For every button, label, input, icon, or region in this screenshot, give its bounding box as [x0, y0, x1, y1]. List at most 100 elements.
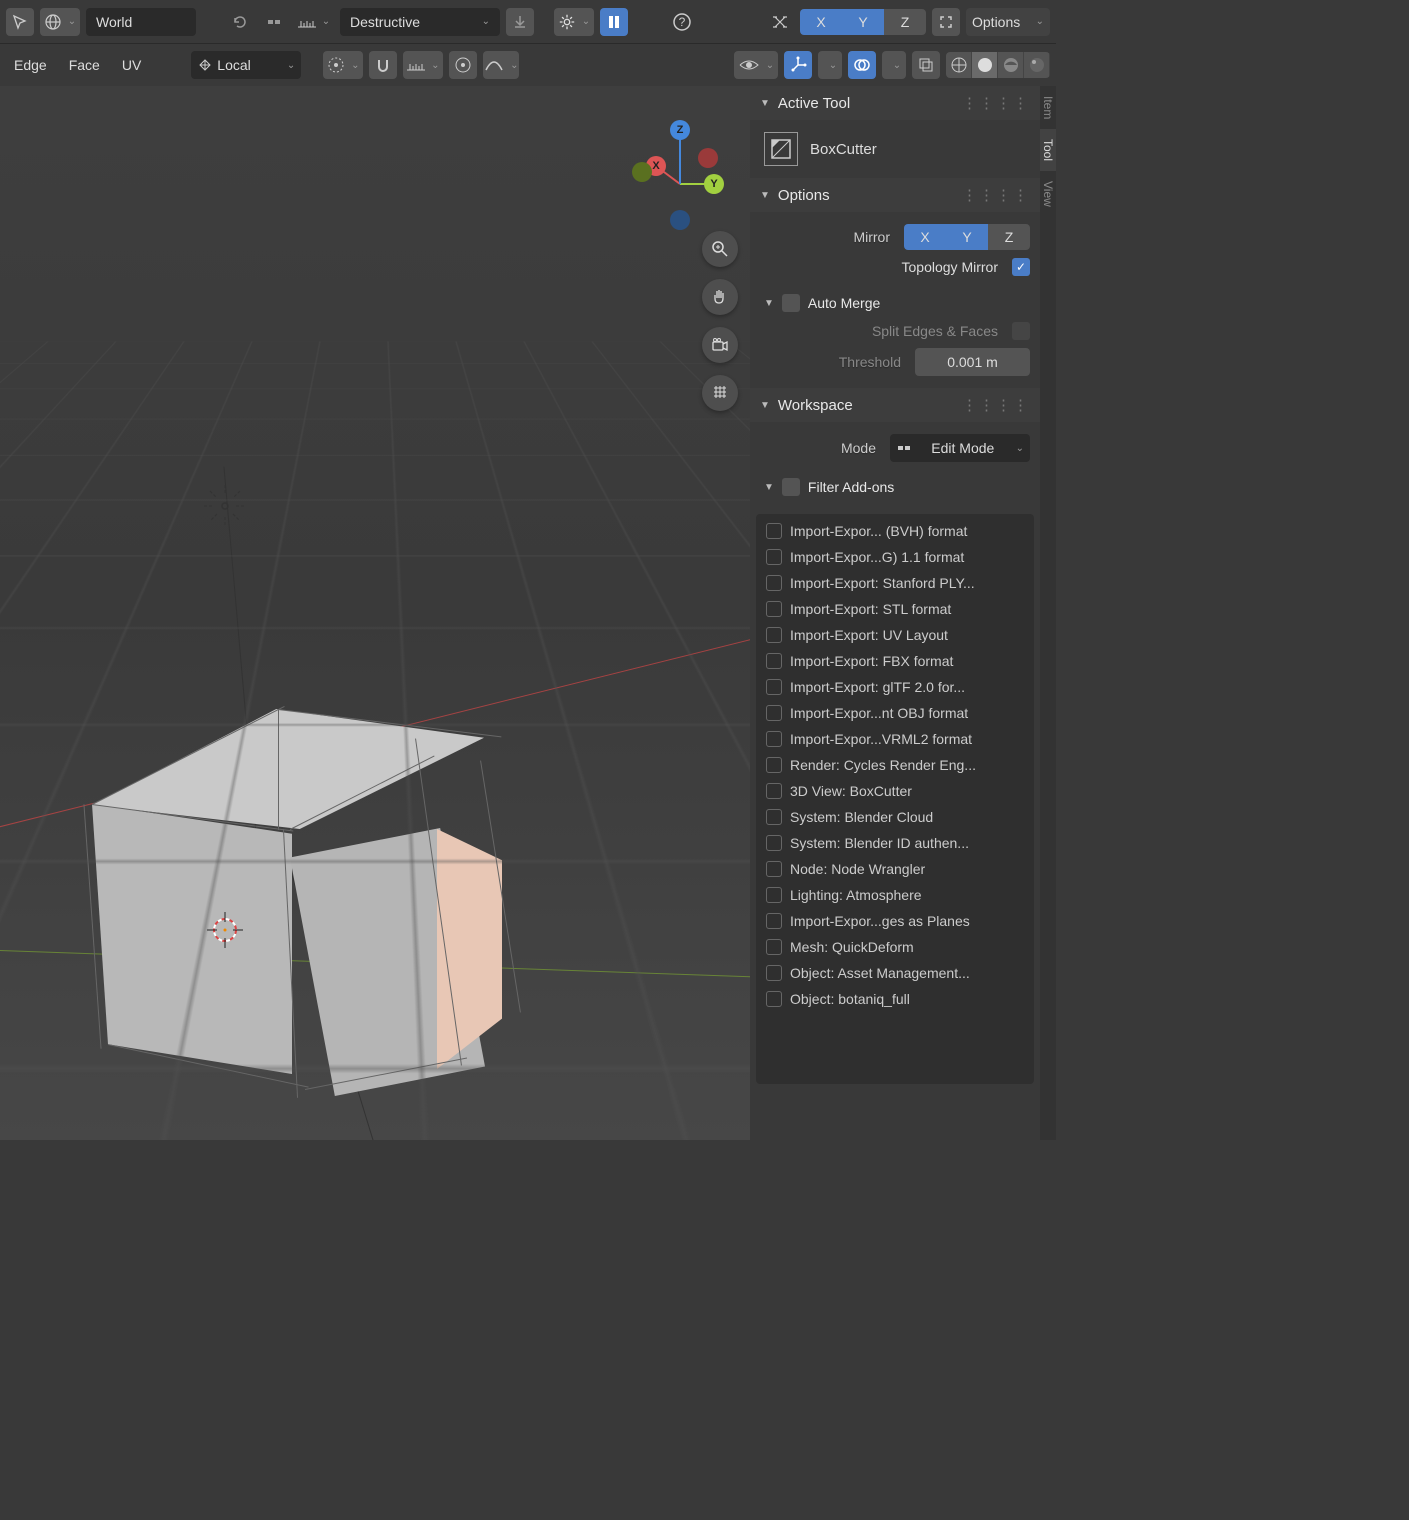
addon-checkbox[interactable] — [766, 861, 782, 877]
snap-type-icon[interactable]: ⌄ — [403, 51, 443, 79]
addon-checkbox[interactable] — [766, 965, 782, 981]
addon-checkbox[interactable] — [766, 549, 782, 565]
matcap-shading[interactable] — [998, 52, 1024, 78]
snap-increment-icon[interactable]: ⌄ — [294, 8, 334, 36]
addon-checkbox[interactable] — [766, 627, 782, 643]
camera-icon[interactable] — [702, 327, 738, 363]
gizmo-y[interactable]: Y — [704, 174, 724, 194]
addon-checkbox[interactable] — [766, 809, 782, 825]
addon-checkbox[interactable] — [766, 939, 782, 955]
addon-item[interactable]: Import-Export: FBX format — [756, 648, 1034, 674]
gizmo-opts-icon[interactable]: ⌄ — [818, 51, 842, 79]
gizmo-neg-x[interactable] — [698, 148, 718, 168]
solid-shading[interactable] — [972, 52, 998, 78]
expand-icon[interactable] — [932, 8, 960, 36]
3d-viewport[interactable]: Z X Y — [0, 86, 750, 1140]
addon-checkbox[interactable] — [766, 523, 782, 539]
overlay-opts-icon[interactable]: ⌄ — [882, 51, 906, 79]
gear-icon[interactable]: ⌄ — [554, 8, 594, 36]
addon-item[interactable]: Import-Export: Stanford PLY... — [756, 570, 1034, 596]
split-edges-checkbox[interactable] — [1012, 322, 1030, 340]
mirror-z[interactable]: Z — [988, 224, 1030, 250]
addon-checkbox[interactable] — [766, 575, 782, 591]
overlay-toggle-icon[interactable] — [848, 51, 876, 79]
addon-item[interactable]: System: Blender Cloud — [756, 804, 1034, 830]
pan-icon[interactable] — [702, 279, 738, 315]
gizmo-toggle-icon[interactable] — [784, 51, 812, 79]
sym-x[interactable]: X — [800, 9, 842, 35]
automerge-checkbox[interactable] — [782, 294, 800, 312]
boolean-mode-select[interactable]: Destructive ⌄ — [340, 8, 500, 36]
automerge-row[interactable]: ▼ Auto Merge — [760, 288, 1030, 318]
workspace-header[interactable]: ▼ Workspace ⋮⋮⋮⋮ — [750, 388, 1040, 422]
addon-checkbox[interactable] — [766, 991, 782, 1007]
apply-icon[interactable] — [506, 8, 534, 36]
addon-item[interactable]: System: Blender ID authen... — [756, 830, 1034, 856]
pivot-icon[interactable]: ⌄ — [323, 51, 363, 79]
visibility-icon[interactable]: ⌄ — [734, 51, 778, 79]
active-tool-header[interactable]: ▼ Active Tool ⋮⋮⋮⋮ — [750, 86, 1040, 120]
perspective-icon[interactable] — [702, 375, 738, 411]
gizmo-neg-y[interactable] — [632, 162, 652, 182]
sym-y[interactable]: Y — [842, 9, 884, 35]
select-uv-button[interactable]: UV — [114, 51, 149, 79]
threshold-field[interactable]: 0.001 m — [915, 348, 1030, 376]
light-object[interactable] — [200, 481, 250, 531]
addon-item[interactable]: Import-Export: STL format — [756, 596, 1034, 622]
xray-icon[interactable] — [912, 51, 940, 79]
sym-z[interactable]: Z — [884, 9, 926, 35]
addon-item[interactable]: Import-Expor...ges as Planes — [756, 908, 1034, 934]
snap-toggle-icon[interactable] — [369, 51, 397, 79]
butterfly-icon[interactable] — [766, 8, 794, 36]
select-edge-button[interactable]: Edge — [6, 51, 55, 79]
undo-history-icon[interactable] — [226, 8, 254, 36]
addon-list[interactable]: Import-Expor... (BVH) formatImport-Expor… — [756, 514, 1034, 1084]
help-icon[interactable]: ? — [668, 8, 696, 36]
topo-mirror-checkbox[interactable]: ✓ — [1012, 258, 1030, 276]
select-face-button[interactable]: Face — [61, 51, 108, 79]
addon-checkbox[interactable] — [766, 757, 782, 773]
mirror-x[interactable]: X — [904, 224, 946, 250]
addon-item[interactable]: Mesh: QuickDeform — [756, 934, 1034, 960]
options-menu[interactable]: Options ⌄ — [966, 8, 1050, 36]
filter-addons-row[interactable]: ▼ Filter Add-ons — [760, 472, 1030, 502]
addon-item[interactable]: Object: botaniq_full — [756, 986, 1034, 1012]
addon-item[interactable]: Import-Expor... (BVH) format — [756, 518, 1034, 544]
addon-item[interactable]: Import-Export: UV Layout — [756, 622, 1034, 648]
addon-item[interactable]: Import-Expor...VRML2 format — [756, 726, 1034, 752]
gizmo-neg-z[interactable] — [670, 210, 690, 230]
mirror-y[interactable]: Y — [946, 224, 988, 250]
filter-addons-checkbox[interactable] — [782, 478, 800, 496]
tab-item[interactable]: Item — [1040, 86, 1056, 129]
render-shading[interactable] — [1024, 52, 1050, 78]
falloff-icon[interactable]: ⌄ — [483, 51, 519, 79]
addon-checkbox[interactable] — [766, 913, 782, 929]
addon-item[interactable]: Import-Expor...G) 1.1 format — [756, 544, 1034, 570]
snap-icon[interactable] — [260, 8, 288, 36]
addon-checkbox[interactable] — [766, 835, 782, 851]
addon-checkbox[interactable] — [766, 887, 782, 903]
addon-checkbox[interactable] — [766, 653, 782, 669]
gizmo-z[interactable]: Z — [670, 120, 690, 140]
addon-item[interactable]: Object: Asset Management... — [756, 960, 1034, 986]
proportional-icon[interactable] — [449, 51, 477, 79]
addon-item[interactable]: Import-Expor...nt OBJ format — [756, 700, 1034, 726]
options-header[interactable]: ▼ Options ⋮⋮⋮⋮ — [750, 178, 1040, 212]
pause-icon[interactable] — [600, 8, 628, 36]
addon-checkbox[interactable] — [766, 783, 782, 799]
addon-item[interactable]: Render: Cycles Render Eng... — [756, 752, 1034, 778]
mode-select[interactable]: Edit Mode ⌄ — [890, 434, 1030, 462]
addon-checkbox[interactable] — [766, 601, 782, 617]
addon-checkbox[interactable] — [766, 679, 782, 695]
wireframe-shading[interactable] — [946, 52, 972, 78]
globe-icon[interactable]: ⌄ — [40, 8, 80, 36]
addon-checkbox[interactable] — [766, 731, 782, 747]
transform-orientation-select[interactable]: World — [86, 8, 196, 36]
zoom-icon[interactable] — [702, 231, 738, 267]
addon-item[interactable]: Lighting: Atmosphere — [756, 882, 1034, 908]
tab-tool[interactable]: Tool — [1040, 129, 1056, 171]
addon-item[interactable]: Node: Node Wrangler — [756, 856, 1034, 882]
addon-checkbox[interactable] — [766, 705, 782, 721]
addon-item[interactable]: 3D View: BoxCutter — [756, 778, 1034, 804]
tab-view[interactable]: View — [1040, 171, 1056, 217]
